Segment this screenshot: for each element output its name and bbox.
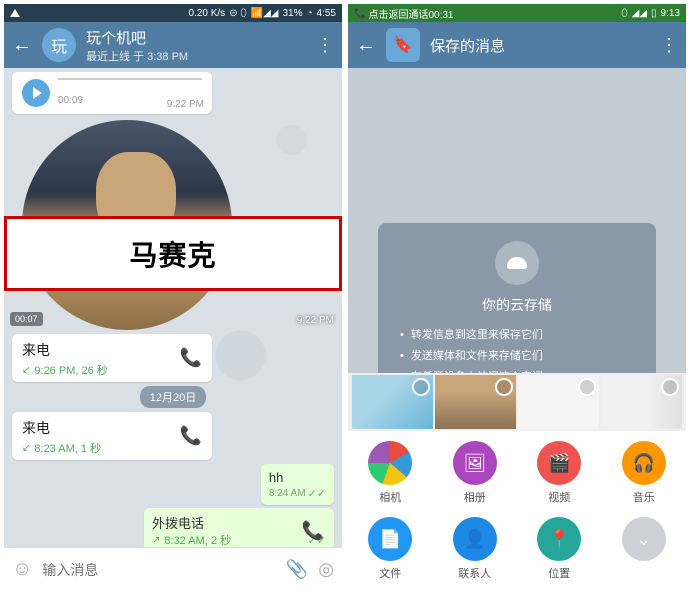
battery-icon: ▯ [651, 8, 657, 19]
call-meta: 8:23 AM, 1 秒 [34, 440, 101, 456]
status-time: 4:55 [317, 8, 336, 19]
outcall-label: 外拨电话 [152, 513, 326, 532]
more-menu-button[interactable]: ⋮ [660, 35, 678, 56]
voice-duration: 00:09 [58, 95, 83, 106]
action-music[interactable]: 🎧音乐 [602, 441, 687, 505]
saved-header: ← 🔖 保存的消息 ⋮ [348, 22, 686, 68]
cloud-item: 转发信息到这里来保存它们 [400, 325, 640, 346]
thumb-2[interactable] [435, 375, 516, 429]
call-label: 来电 [22, 340, 202, 360]
mosaic-overlay: 马赛克 [4, 216, 342, 291]
phone-icon[interactable]: 📞 [302, 520, 324, 541]
outcall-meta: 8:32 AM, 2 秒 [164, 532, 231, 547]
vpn-icon: ⬯ [621, 8, 627, 19]
back-button[interactable]: ← [356, 34, 376, 57]
message-input[interactable] [42, 562, 275, 578]
video-icon: 🎬 [537, 441, 581, 485]
photo-time: 9:22 PM [297, 315, 334, 326]
cloud-item: 在任意设备上访问这个空间 [400, 367, 640, 373]
more-menu-button[interactable]: ⋮ [316, 35, 334, 56]
vpn-icon: ⊝ ⬯ [229, 8, 246, 19]
saved-title-block[interactable]: 保存的消息 [430, 35, 650, 56]
action-contact[interactable]: 👤联系人 [433, 517, 518, 581]
thumb-3[interactable] [518, 375, 599, 429]
gallery-icon: 🖼 [453, 441, 497, 485]
phone-icon[interactable]: 📞 [180, 348, 202, 369]
chat-lastseen: 最近上线 于 3:38 PM [86, 48, 306, 64]
location-icon: 📍 [537, 517, 581, 561]
chat-avatar[interactable]: 玩 [42, 28, 76, 62]
chat-title-block[interactable]: 玩个机吧 最近上线 于 3:38 PM [86, 27, 306, 64]
back-button[interactable]: ← [12, 34, 32, 57]
action-video[interactable]: 🎬视频 [517, 441, 602, 505]
outgoing-call[interactable]: 外拨电话 ↗8:32 AM, 2 秒✓✓ 📞 [144, 508, 334, 547]
statusbar-left: 0.20 K/s ⊝ ⬯ 📶◢◢ 31% ◔ 4:55 [4, 4, 342, 22]
voice-time: 9:22 PM [167, 99, 204, 110]
select-circle[interactable] [578, 378, 596, 396]
sticker-icon[interactable]: ☺ [12, 558, 32, 581]
read-checks-icon: ✓✓ [308, 487, 326, 500]
chat-body[interactable]: 00:09 9:22 PM 00:07 9:22 PM 马赛克 来电 ↙ 9:26… [4, 68, 342, 547]
out-arrow-icon: ↗ [152, 535, 160, 546]
warning-icon [10, 9, 20, 17]
left-phone: 0.20 K/s ⊝ ⬯ 📶◢◢ 31% ◔ 4:55 ← 玩 玩个机吧 最近上… [4, 4, 342, 591]
input-bar: ☺ 📎 ◎ [4, 547, 342, 591]
select-circle[interactable] [412, 378, 430, 396]
net-speed: 0.20 K/s [188, 8, 225, 19]
recent-thumbs [348, 373, 686, 431]
thumb-4[interactable] [601, 375, 682, 429]
call-return-text: 点击返回通话00:31 [368, 6, 453, 21]
in-arrow-icon: ↙ [22, 443, 30, 454]
play-icon[interactable] [22, 79, 50, 107]
select-circle[interactable] [495, 378, 513, 396]
cloud-list: 转发信息到这里来保存它们 发送媒体和文件来存储它们 在任意设备上访问这个空间 [394, 325, 640, 373]
call-label: 来电 [22, 418, 202, 438]
date-separator: 12月20日 [140, 386, 206, 408]
battery-pct: 31% [282, 8, 302, 19]
action-file[interactable]: 📄文件 [348, 517, 433, 581]
saved-name: 保存的消息 [430, 35, 650, 56]
status-time: 9:13 [661, 8, 680, 19]
incoming-call-1[interactable]: 来电 ↙ 9:26 PM, 26 秒 📞 [12, 334, 212, 382]
photo-duration: 00:07 [10, 312, 43, 326]
incoming-call-2[interactable]: 来电 ↙ 8:23 AM, 1 秒 📞 [12, 412, 212, 460]
phone-small-icon: 📞 [354, 8, 366, 19]
message-time: 8:24 AM [269, 488, 306, 499]
contact-icon: 👤 [453, 517, 497, 561]
camera-icon [368, 441, 412, 485]
thumb-1[interactable] [352, 375, 433, 429]
signal-icon: 📶◢◢ [251, 8, 279, 19]
action-camera[interactable]: 相机 [348, 441, 433, 505]
saved-body[interactable]: 你的云存储 转发信息到这里来保存它们 发送媒体和文件来存储它们 在任意设备上访问… [348, 68, 686, 373]
attach-icon[interactable]: 📎 [286, 559, 308, 580]
chat-name: 玩个机吧 [86, 27, 306, 48]
attach-grid: 相机 🖼相册 🎬视频 🎧音乐 📄文件 👤联系人 📍位置 ⌄ [348, 431, 686, 591]
action-gallery[interactable]: 🖼相册 [433, 441, 518, 505]
cloud-storage-card: 你的云存储 转发信息到这里来保存它们 发送媒体和文件来存储它们 在任意设备上访问… [378, 223, 656, 373]
message-text: hh [269, 470, 283, 485]
in-arrow-icon: ↙ [22, 365, 30, 376]
call-meta: 9:26 PM, 26 秒 [34, 362, 107, 378]
clock-icon: ◔ [306, 8, 312, 19]
out-message-hh[interactable]: hh 8:24 AM✓✓ [261, 464, 334, 505]
phone-icon[interactable]: 📞 [180, 426, 202, 447]
cloud-icon [495, 241, 539, 285]
action-collapse[interactable]: ⌄ [602, 517, 687, 581]
mosaic-label: 马赛克 [129, 234, 216, 274]
chevron-down-icon: ⌄ [622, 517, 666, 561]
cloud-item: 发送媒体和文件来存储它们 [400, 346, 640, 367]
voice-message[interactable]: 00:09 9:22 PM [12, 72, 212, 114]
saved-avatar[interactable]: 🔖 [386, 28, 420, 62]
bookmark-icon: 🔖 [393, 35, 413, 55]
call-return-bar[interactable]: 📞点击返回通话00:31 ⬯ ◢◢ ▯ 9:13 [348, 4, 686, 22]
action-location[interactable]: 📍位置 [517, 517, 602, 581]
signal-icon: ◢◢ [632, 8, 647, 19]
cloud-title: 你的云存储 [394, 295, 640, 315]
select-circle[interactable] [661, 378, 679, 396]
chat-header: ← 玩 玩个机吧 最近上线 于 3:38 PM ⋮ [4, 22, 342, 68]
file-icon: 📄 [368, 517, 412, 561]
music-icon: 🎧 [622, 441, 666, 485]
right-phone: 📞点击返回通话00:31 ⬯ ◢◢ ▯ 9:13 ← 🔖 保存的消息 ⋮ 你的云… [348, 4, 686, 591]
mic-icon[interactable]: ◎ [318, 559, 334, 580]
